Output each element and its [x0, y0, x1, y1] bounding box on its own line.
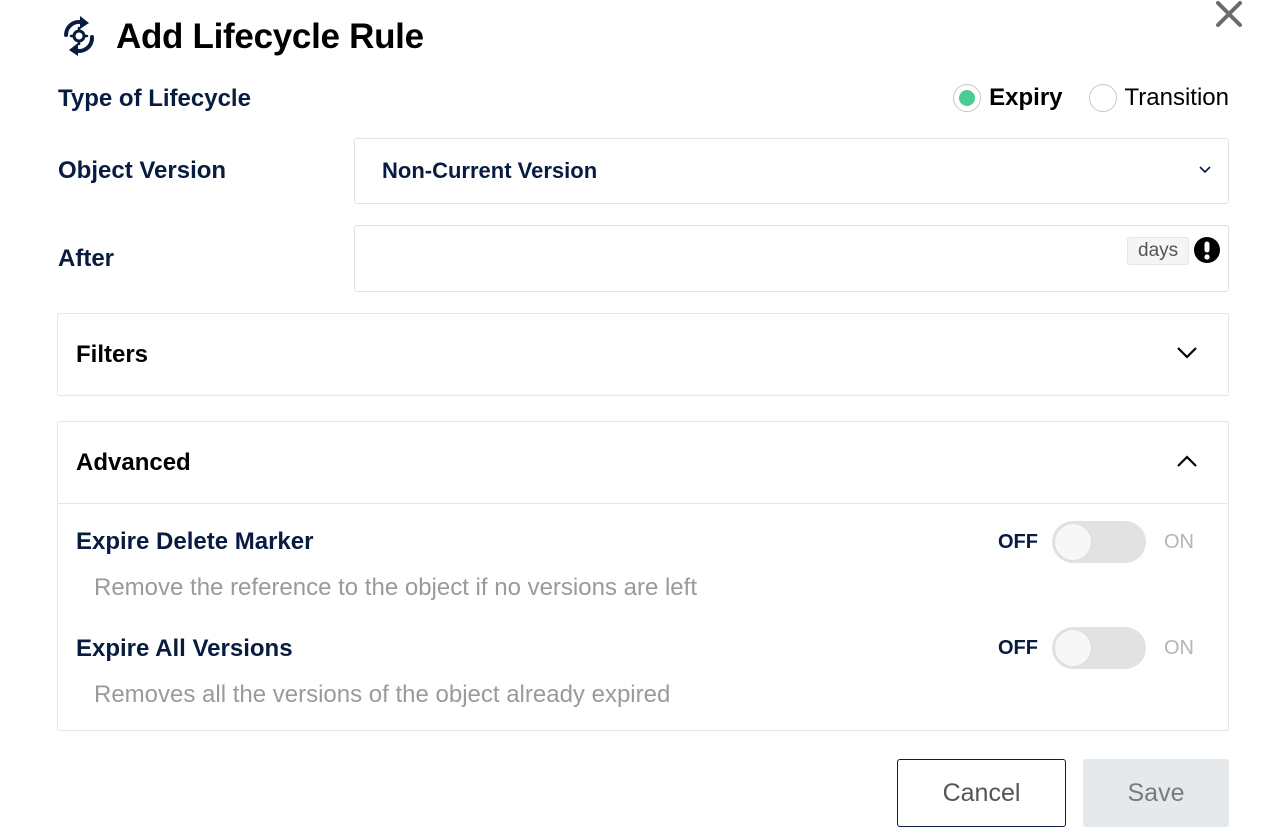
cancel-button[interactable]: Cancel: [897, 759, 1066, 827]
radio-transition[interactable]: Transition: [1088, 84, 1229, 112]
after-days-field: days: [354, 225, 1229, 292]
object-version-label: Object Version: [58, 157, 227, 184]
exclamation-circle-icon: [1194, 237, 1220, 263]
modal-title: Add Lifecycle Rule: [116, 17, 424, 56]
switch-off-label: OFF: [998, 636, 1038, 659]
expire-all-versions-switch-row: OFF ON: [998, 627, 1194, 669]
advanced-title: Advanced: [76, 448, 191, 476]
advanced-panel-body: Expire Delete Marker OFF ON Remove the r…: [58, 503, 1228, 730]
filters-title: Filters: [76, 340, 149, 368]
close-button[interactable]: [1212, 0, 1246, 30]
close-icon: [1216, 1, 1242, 27]
radio-expiry-indicator[interactable]: [953, 84, 982, 112]
modal-header: Add Lifecycle Rule: [58, 12, 424, 62]
radio-transition-indicator[interactable]: [1088, 84, 1117, 112]
radio-expiry-label: Expiry: [989, 84, 1063, 111]
chevron-up-icon: [1177, 455, 1197, 467]
filters-panel-header[interactable]: Filters: [58, 314, 1228, 395]
save-button[interactable]: Save: [1083, 759, 1229, 827]
expire-delete-marker-toggle[interactable]: [1052, 521, 1146, 563]
toggle-knob: [1054, 629, 1092, 667]
toggle-knob: [1054, 523, 1092, 561]
expire-delete-marker-switch-row: OFF ON: [998, 521, 1194, 563]
radio-transition-label: Transition: [1124, 84, 1229, 111]
switch-on-label: ON: [1164, 530, 1194, 553]
object-version-value: Non-Current Version: [382, 158, 598, 183]
chevron-down-icon: [1177, 347, 1197, 359]
expire-all-versions-title: Expire All Versions: [76, 635, 293, 662]
expire-delete-marker-title: Expire Delete Marker: [76, 528, 314, 555]
days-unit-badge: days: [1127, 237, 1190, 265]
after-days-input[interactable]: [355, 226, 1115, 290]
advanced-panel-header[interactable]: Advanced: [58, 422, 1228, 503]
expire-all-versions-toggle[interactable]: [1052, 627, 1146, 669]
lifecycle-type-label: Type of Lifecycle: [58, 85, 251, 112]
radio-expiry[interactable]: Expiry: [953, 84, 1063, 112]
chevron-down-icon: [1199, 166, 1211, 174]
expire-all-versions-description: Removes all the versions of the object a…: [94, 681, 671, 708]
filters-panel: Filters: [57, 313, 1229, 396]
switch-on-label: ON: [1164, 636, 1194, 659]
expire-delete-marker-description: Remove the reference to the object if no…: [94, 574, 697, 601]
lifecycle-refresh-gear-icon: [64, 16, 95, 56]
lifecycle-type-radio-group: Expiry Transition: [953, 83, 1229, 113]
switch-off-label: OFF: [998, 530, 1038, 553]
advanced-panel: Advanced Expire Delete Marker OFF ON Rem…: [57, 421, 1229, 731]
object-version-select[interactable]: Non-Current Version: [354, 138, 1229, 204]
after-label: After: [58, 245, 115, 272]
